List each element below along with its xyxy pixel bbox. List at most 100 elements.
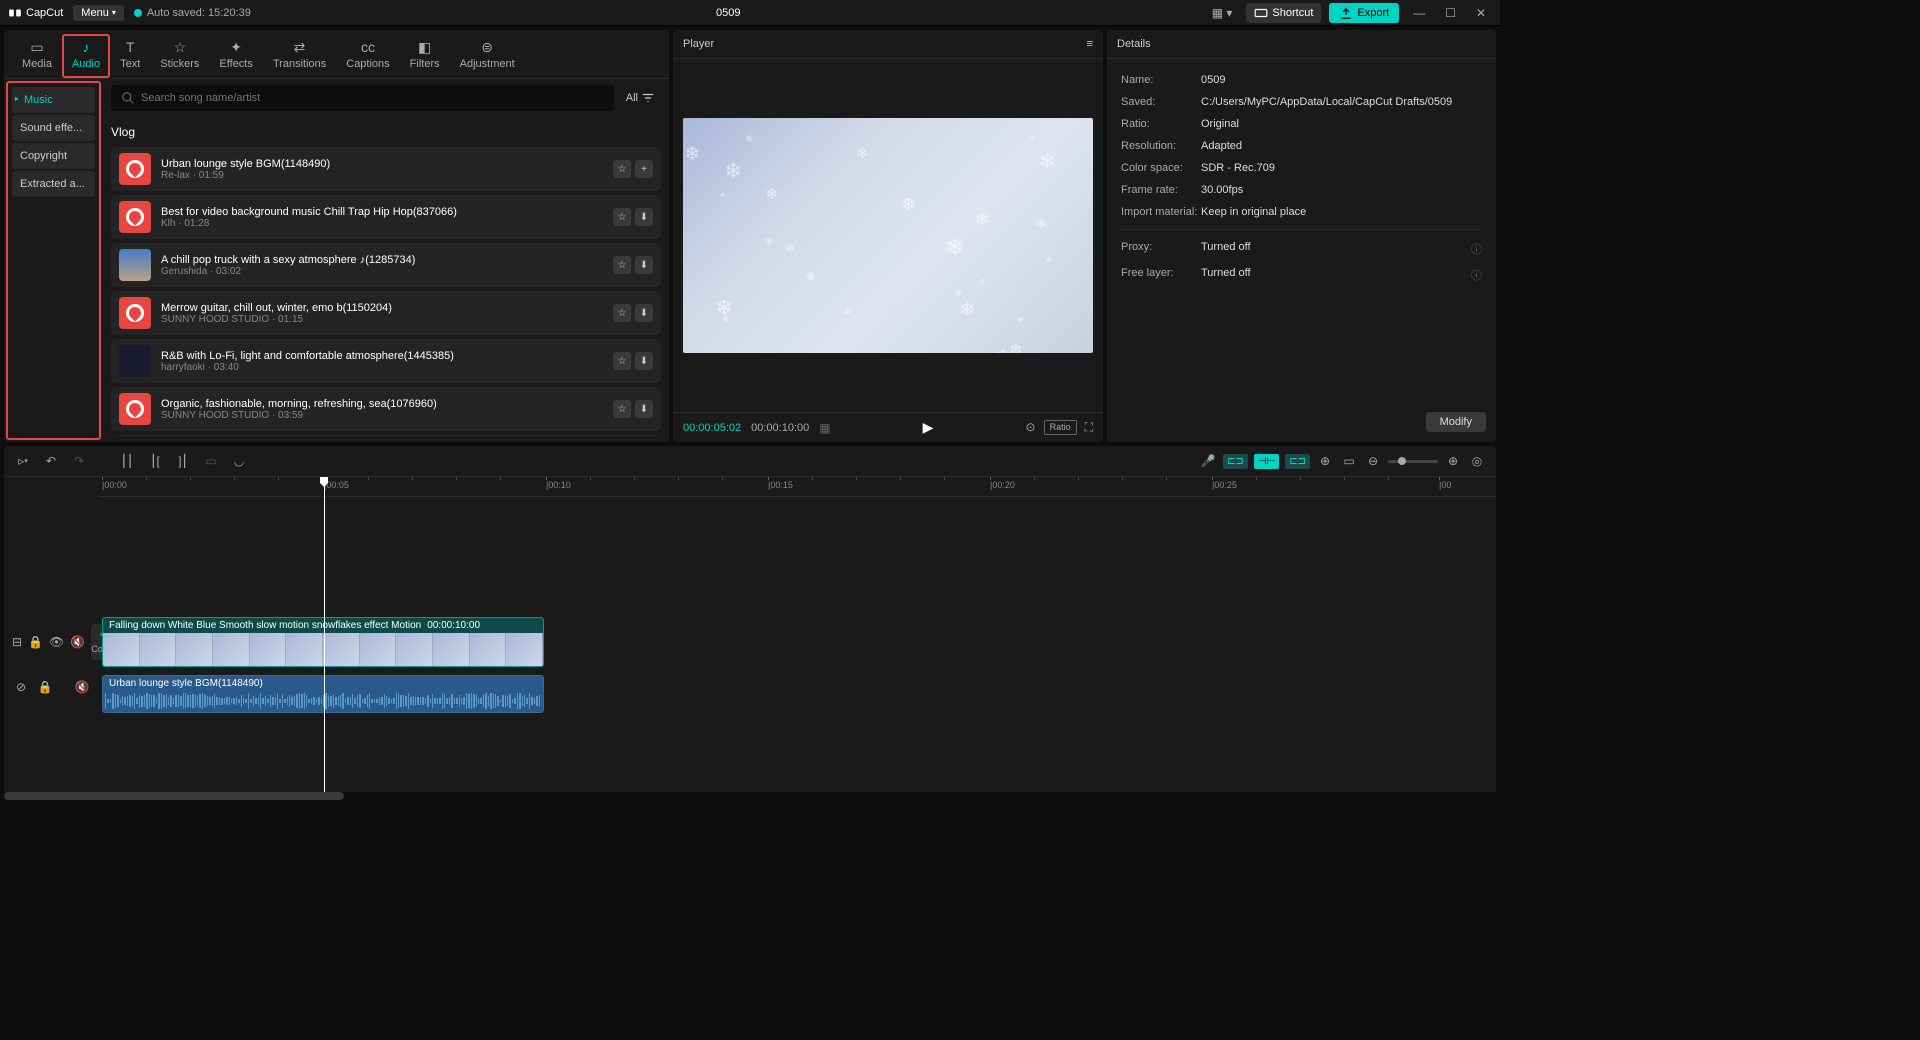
audio-track-icon[interactable]: ⊘	[12, 678, 30, 696]
zoom-slider[interactable]	[1388, 460, 1438, 463]
video-clip[interactable]: Falling down White Blue Smooth slow moti…	[102, 617, 544, 667]
song-thumbnail	[119, 393, 151, 425]
song-thumbnail	[119, 249, 151, 281]
tab-filters[interactable]: ◧Filters	[400, 34, 450, 78]
track-visible-icon[interactable]: 👁	[49, 633, 64, 651]
player-menu-icon[interactable]: ≡	[1087, 38, 1093, 50]
ruler-tick: |00:00	[102, 480, 127, 490]
sidebar-item-extracteda[interactable]: Extracted a...	[12, 171, 95, 197]
add-button[interactable]: ⬇	[635, 400, 653, 418]
add-button[interactable]: ⬇	[635, 352, 653, 370]
song-item[interactable]: Merrow guitar, chill out, winter, emo b(…	[111, 291, 661, 335]
close-button[interactable]: ✕	[1470, 6, 1492, 20]
timeline-scrollbar[interactable]	[4, 792, 1496, 800]
tab-transitions[interactable]: ⇄Transitions	[263, 34, 336, 78]
track-toggle-icon[interactable]: ⊟	[12, 633, 22, 651]
detail-label: Ratio:	[1121, 118, 1201, 130]
tab-captions[interactable]: ccCaptions	[336, 34, 399, 78]
delete-tool[interactable]: ▭	[202, 452, 220, 470]
filter-all-button[interactable]: All	[620, 87, 661, 109]
favorite-button[interactable]: ☆	[613, 304, 631, 322]
redo-button[interactable]: ↷	[70, 452, 88, 470]
tab-effects[interactable]: ✦Effects	[209, 34, 262, 78]
maximize-button[interactable]: ☐	[1439, 6, 1462, 20]
magnet-tool-2[interactable]: ⊣⊢	[1254, 454, 1279, 469]
undo-button[interactable]: ↶	[42, 452, 60, 470]
split-tool[interactable]: ⎮⎮	[118, 452, 136, 470]
media-icon: ▭	[28, 38, 46, 56]
magnet-tool-1[interactable]: ⊏⊐	[1223, 454, 1248, 469]
fullscreen-icon[interactable]: ⛶	[1085, 420, 1093, 435]
detail-label: Color space:	[1121, 162, 1201, 174]
search-input[interactable]	[141, 92, 604, 104]
favorite-button[interactable]: ☆	[613, 400, 631, 418]
favorite-button[interactable]: ☆	[613, 352, 631, 370]
layout-icon[interactable]: ▦ ▾	[1206, 6, 1239, 20]
detail-value: SDR - Rec.709	[1201, 162, 1275, 174]
info-icon[interactable]: ⓘ	[1471, 267, 1482, 283]
stickers-icon: ☆	[171, 38, 189, 56]
tab-media[interactable]: ▭Media	[12, 34, 62, 78]
song-meta: Re-lax · 01:59	[161, 170, 603, 181]
song-item[interactable]: Urban lounge style BGM(1148490)Re-lax · …	[111, 147, 661, 191]
ratio-button[interactable]: Ratio	[1044, 420, 1077, 435]
minimize-button[interactable]: —	[1407, 6, 1431, 20]
song-title: Merrow guitar, chill out, winter, emo b(…	[161, 302, 603, 314]
split-right-tool[interactable]: ]⎮	[174, 452, 192, 470]
song-item[interactable]: Best for video background music Chill Tr…	[111, 195, 661, 239]
detail-label: Resolution:	[1121, 140, 1201, 152]
favorite-button[interactable]: ☆	[613, 256, 631, 274]
ruler-tick: |00:20	[990, 480, 1015, 490]
section-title: Vlog	[111, 125, 661, 139]
menu-button[interactable]: Menu▾	[73, 5, 124, 21]
audio-lock-icon[interactable]: 🔒	[36, 678, 54, 696]
zoom-out[interactable]: ⊖	[1364, 452, 1382, 470]
favorite-button[interactable]: ☆	[613, 208, 631, 226]
song-item[interactable]: Organic, fashionable, morning, refreshin…	[111, 387, 661, 431]
playhead[interactable]	[324, 477, 325, 792]
export-button[interactable]: Export	[1329, 3, 1399, 23]
zoom-fit[interactable]: ◎	[1468, 452, 1486, 470]
add-button[interactable]: ⬇	[635, 208, 653, 226]
search-box[interactable]	[111, 85, 614, 111]
detail-label: Import material:	[1121, 206, 1201, 218]
mic-icon[interactable]: 🎤	[1199, 452, 1217, 470]
align-tool[interactable]: ⊕	[1316, 452, 1334, 470]
track-lock-icon[interactable]: 🔒	[28, 633, 43, 651]
detail-label: Saved:	[1121, 96, 1201, 108]
split-left-tool[interactable]: ⎮[	[146, 452, 164, 470]
tab-text[interactable]: TText	[110, 34, 150, 78]
grid-icon[interactable]: ▦	[819, 421, 830, 435]
transitions-icon: ⇄	[291, 38, 309, 56]
play-button[interactable]: ▶	[841, 419, 1016, 436]
track-mute-icon[interactable]: 🔇	[70, 633, 85, 651]
favorite-button[interactable]: ☆	[613, 160, 631, 178]
focus-icon[interactable]: ⊙	[1026, 420, 1036, 435]
song-thumbnail	[119, 297, 151, 329]
song-item[interactable]: A cute song with a sparkling ukulele-lik…	[111, 435, 661, 436]
preview-tool[interactable]: ▭	[1340, 452, 1358, 470]
audio-clip[interactable]: Urban lounge style BGM(1148490)	[102, 675, 544, 713]
marker-tool[interactable]: ◡	[230, 452, 248, 470]
add-button[interactable]: ⬇	[635, 256, 653, 274]
tab-adjustment[interactable]: ⊜Adjustment	[450, 34, 525, 78]
tab-audio[interactable]: ♪Audio	[62, 34, 110, 78]
player-viewport[interactable]: ❄❄❄❄❄❄❄❄❄❄❄❄❄❄❄❄❄❄❄❄❄❄❄❄❄	[683, 118, 1093, 353]
shortcut-button[interactable]: Shortcut	[1246, 3, 1321, 23]
sidebar-item-music[interactable]: Music	[12, 87, 95, 113]
song-thumbnail	[119, 201, 151, 233]
song-item[interactable]: R&B with Lo-Fi, light and comfortable at…	[111, 339, 661, 383]
pointer-tool[interactable]: ▹▾	[14, 452, 32, 470]
sidebar-item-soundeffe[interactable]: Sound effe...	[12, 115, 95, 141]
audio-mute-icon[interactable]: 🔇	[73, 678, 91, 696]
detail-label: Free layer:	[1121, 267, 1201, 283]
info-icon[interactable]: ⓘ	[1471, 241, 1482, 257]
song-item[interactable]: A chill pop truck with a sexy atmosphere…	[111, 243, 661, 287]
zoom-in[interactable]: ⊕	[1444, 452, 1462, 470]
tab-stickers[interactable]: ☆Stickers	[150, 34, 209, 78]
add-button[interactable]: +	[635, 160, 653, 178]
add-button[interactable]: ⬇	[635, 304, 653, 322]
modify-button[interactable]: Modify	[1426, 412, 1486, 432]
magnet-tool-3[interactable]: ⊏⊐	[1285, 454, 1310, 469]
sidebar-item-copyright[interactable]: Copyright	[12, 143, 95, 169]
